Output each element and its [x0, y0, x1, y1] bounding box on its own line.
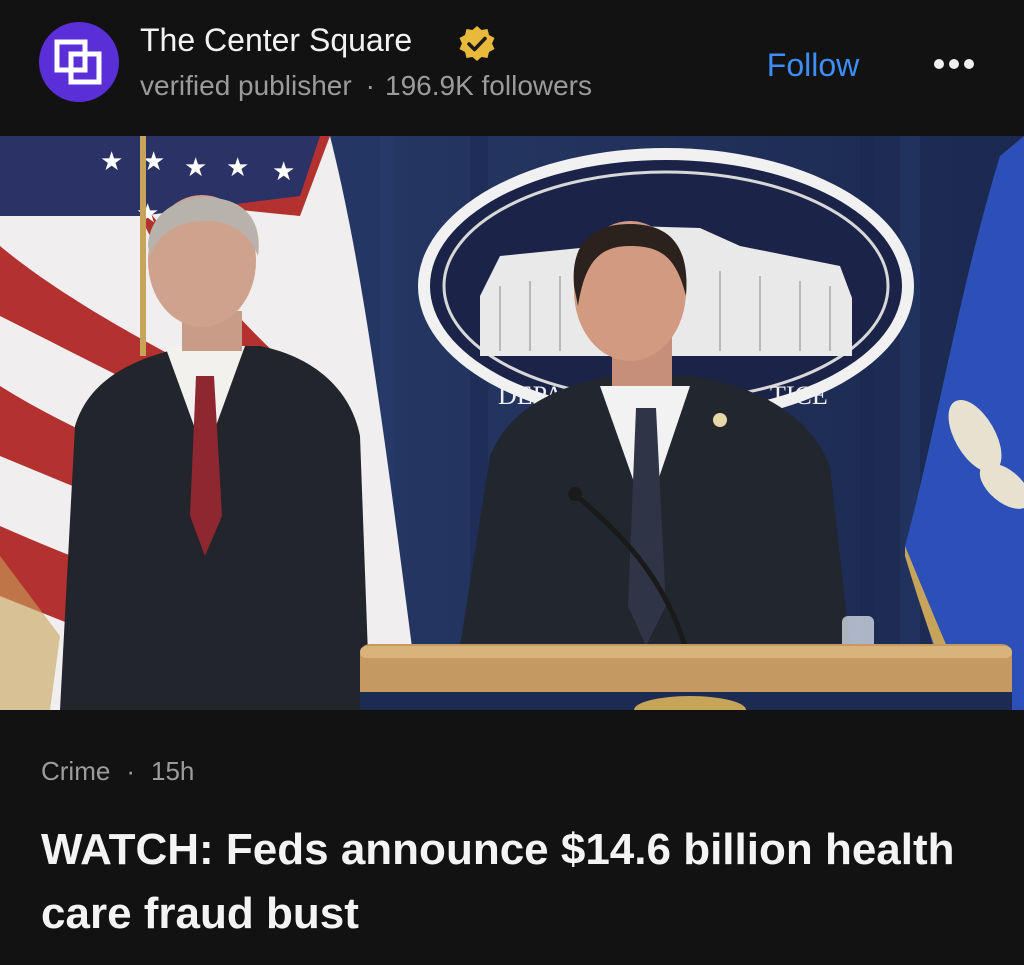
press-conference-photo: ★ ★ ★ ★ ★ ★ DEPA TICE — [0, 136, 1024, 710]
svg-text:★: ★ — [100, 146, 123, 176]
podium — [360, 644, 1012, 710]
article-headline[interactable]: WATCH: Feds announce $14.6 billion healt… — [41, 818, 991, 946]
post-header: The Center Square verified publisher · 196… — [0, 0, 1024, 136]
article-image[interactable]: ★ ★ ★ ★ ★ ★ DEPA TICE — [0, 136, 1024, 710]
doj-flag — [905, 136, 1024, 710]
meta-separator: · — [365, 70, 375, 101]
article-meta: Crime · 15h — [41, 756, 194, 787]
seal-text-right: TICE — [770, 381, 828, 410]
publisher-subtitle: verified publisher — [140, 70, 352, 101]
svg-text:★: ★ — [184, 152, 207, 182]
publisher-meta: verified publisher · 196.9K followers — [140, 70, 592, 102]
svg-text:★: ★ — [226, 152, 249, 182]
meta-separator: · — [126, 756, 136, 786]
article-category[interactable]: Crime — [41, 756, 110, 786]
svg-text:★: ★ — [272, 156, 295, 186]
follow-button[interactable]: Follow — [740, 40, 886, 90]
more-options-button[interactable] — [924, 46, 984, 82]
follower-count: 196.9K followers — [385, 70, 593, 101]
publisher-avatar[interactable] — [39, 22, 119, 102]
more-horizontal-icon — [934, 59, 974, 69]
publisher-logo-icon — [54, 39, 102, 85]
verified-badge-icon — [459, 26, 495, 61]
publisher-name[interactable]: The Center Square — [140, 22, 412, 59]
article-age: 15h — [151, 756, 195, 786]
